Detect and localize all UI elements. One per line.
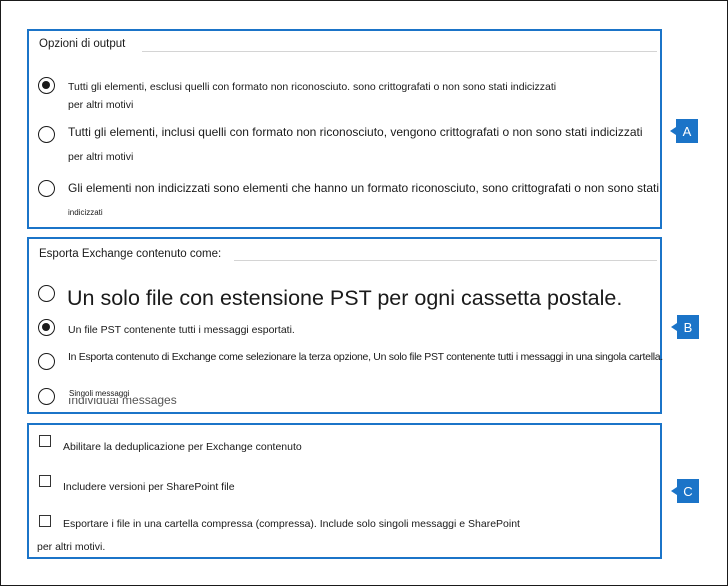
output-option-1-label: Tutti gli elementi, esclusi quelli con f…: [68, 81, 557, 93]
checkbox-sharepoint-versions[interactable]: [39, 475, 51, 487]
export-option-1-label: Un solo file con estensione PST per ogni…: [67, 286, 623, 310]
callout-badge-b: B: [671, 315, 699, 339]
output-option-2-label: Tutti gli elementi, inclusi quelli con f…: [68, 125, 643, 139]
output-option-1-continuation: per altri motivi: [68, 99, 134, 111]
checkbox-compressed-folder[interactable]: [39, 515, 51, 527]
checkbox-options-panel: Abilitare la deduplicazione per Exchange…: [27, 423, 662, 559]
radio-export-option-2[interactable]: [38, 319, 55, 336]
export-as-title: Esporta Exchange contenuto come:: [39, 248, 222, 260]
section-divider: [234, 260, 657, 261]
radio-export-option-4[interactable]: [38, 388, 55, 405]
section-divider: [142, 51, 657, 52]
radio-export-option-3[interactable]: [38, 353, 55, 370]
radio-output-option-2[interactable]: [38, 126, 55, 143]
output-options-title: Opzioni di output: [39, 38, 126, 50]
export-option-2-label: Un file PST contenente tutti i messaggi …: [68, 324, 295, 336]
checkbox-compressed-folder-label: Esportare i file in una cartella compres…: [63, 518, 520, 530]
output-options-panel: Opzioni di output Tutti gli elementi, es…: [27, 29, 662, 229]
checkbox-sharepoint-versions-label: Includere versioni per SharePoint file: [63, 481, 235, 493]
output-option-3-label: Gli elementi non indicizzati sono elemen…: [68, 181, 659, 195]
radio-output-option-3[interactable]: [38, 180, 55, 197]
checkbox-deduplication-label: Abilitare la deduplicazione per Exchange…: [63, 441, 302, 453]
export-as-panel: Esporta Exchange contenuto come: Un solo…: [27, 237, 663, 414]
callout-badge-c: C: [671, 479, 699, 503]
export-option-4-label: Singoli messaggi: [68, 389, 131, 398]
radio-export-option-1[interactable]: [38, 285, 55, 302]
checkbox-deduplication[interactable]: [39, 435, 51, 447]
output-option-3-continuation: indicizzati: [68, 208, 103, 217]
output-option-2-continuation: per altri motivi: [68, 151, 134, 163]
radio-output-option-1[interactable]: [38, 77, 55, 94]
export-option-3-label: In Esporta contenuto di Exchange come se…: [68, 351, 663, 363]
callout-badge-a: A: [670, 119, 698, 143]
checkbox-compressed-folder-continuation: per altri motivi.: [37, 541, 106, 553]
